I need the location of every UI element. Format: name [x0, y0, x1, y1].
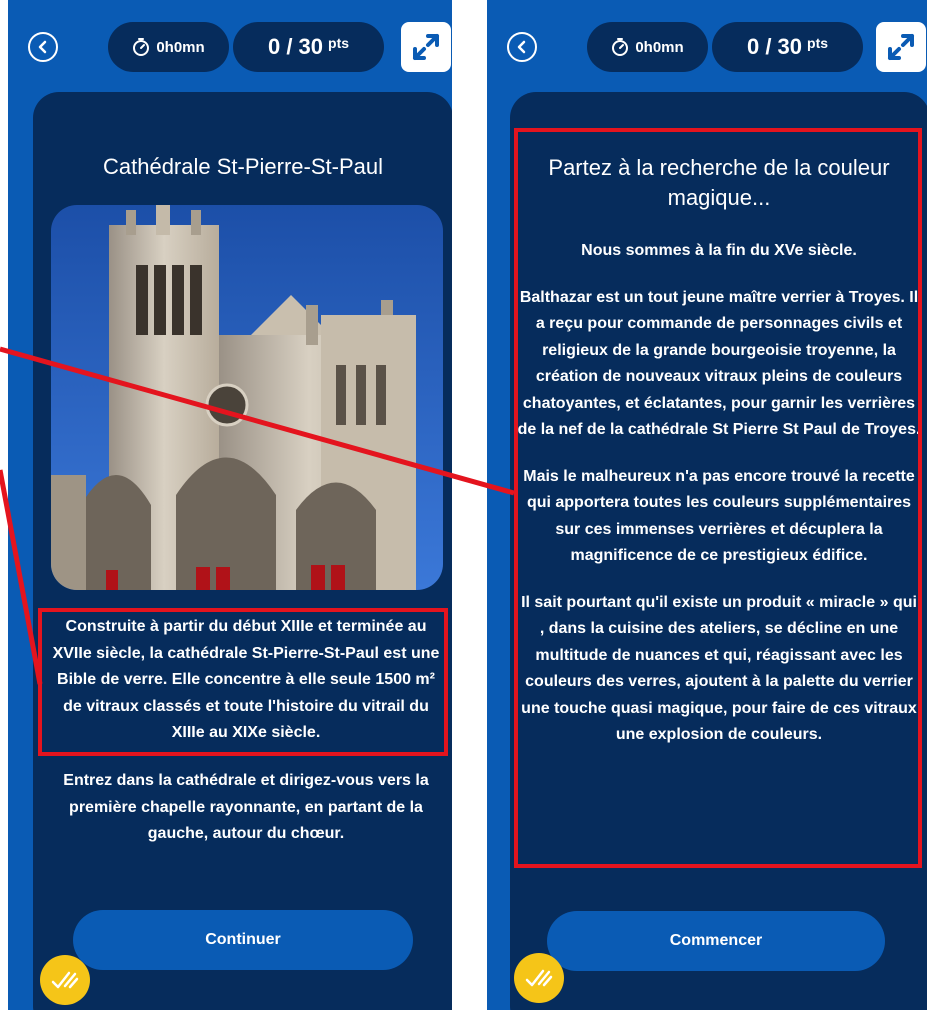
continue-button[interactable]: Continuer [73, 910, 413, 970]
timer-label: 0h0mn [156, 38, 205, 56]
score-label: 0 / 30 [746, 34, 803, 59]
stopwatch-icon [612, 38, 629, 56]
badge [514, 953, 564, 1003]
phone-screen-left: 0h0mn 0 / 30 pts Cathédrale St-Pierre-St… [8, 0, 452, 1010]
timer-pill: 0h0mn [108, 22, 229, 72]
score-unit: pts [328, 35, 350, 51]
timer-label: 0h0mn [635, 38, 684, 56]
stopwatch-icon [133, 38, 150, 56]
highlight-box [38, 608, 448, 756]
score-unit: pts [807, 35, 829, 51]
phone-screen-right: 0h0mn 0 / 30 pts Partez à la recherche d… [487, 0, 927, 1010]
instruction-paragraph: Entrez dans la cathédrale et dirigez-vou… [63, 772, 429, 842]
page-title: Cathédrale St-Pierre-St-Paul [102, 154, 383, 179]
highlight-box [514, 128, 922, 868]
score-pill: 0 / 30 pts [233, 22, 384, 72]
back-button[interactable] [28, 32, 58, 62]
chevron-left-circle-icon [38, 40, 47, 54]
score-pill: 0 / 30 pts [712, 22, 863, 72]
start-button[interactable]: Commencer [547, 911, 885, 971]
check-ticks-icon [525, 969, 553, 987]
expand-arrows-icon [888, 34, 914, 60]
badge [40, 955, 90, 1005]
chevron-left-circle-icon [517, 40, 526, 54]
score-label: 0 / 30 [267, 34, 324, 59]
back-button[interactable] [507, 32, 537, 62]
expand-button[interactable] [401, 22, 451, 72]
check-ticks-icon [51, 971, 79, 989]
expand-arrows-icon [413, 34, 439, 60]
expand-button[interactable] [876, 22, 926, 72]
cathedral-photo [51, 205, 443, 590]
timer-pill: 0h0mn [587, 22, 708, 72]
